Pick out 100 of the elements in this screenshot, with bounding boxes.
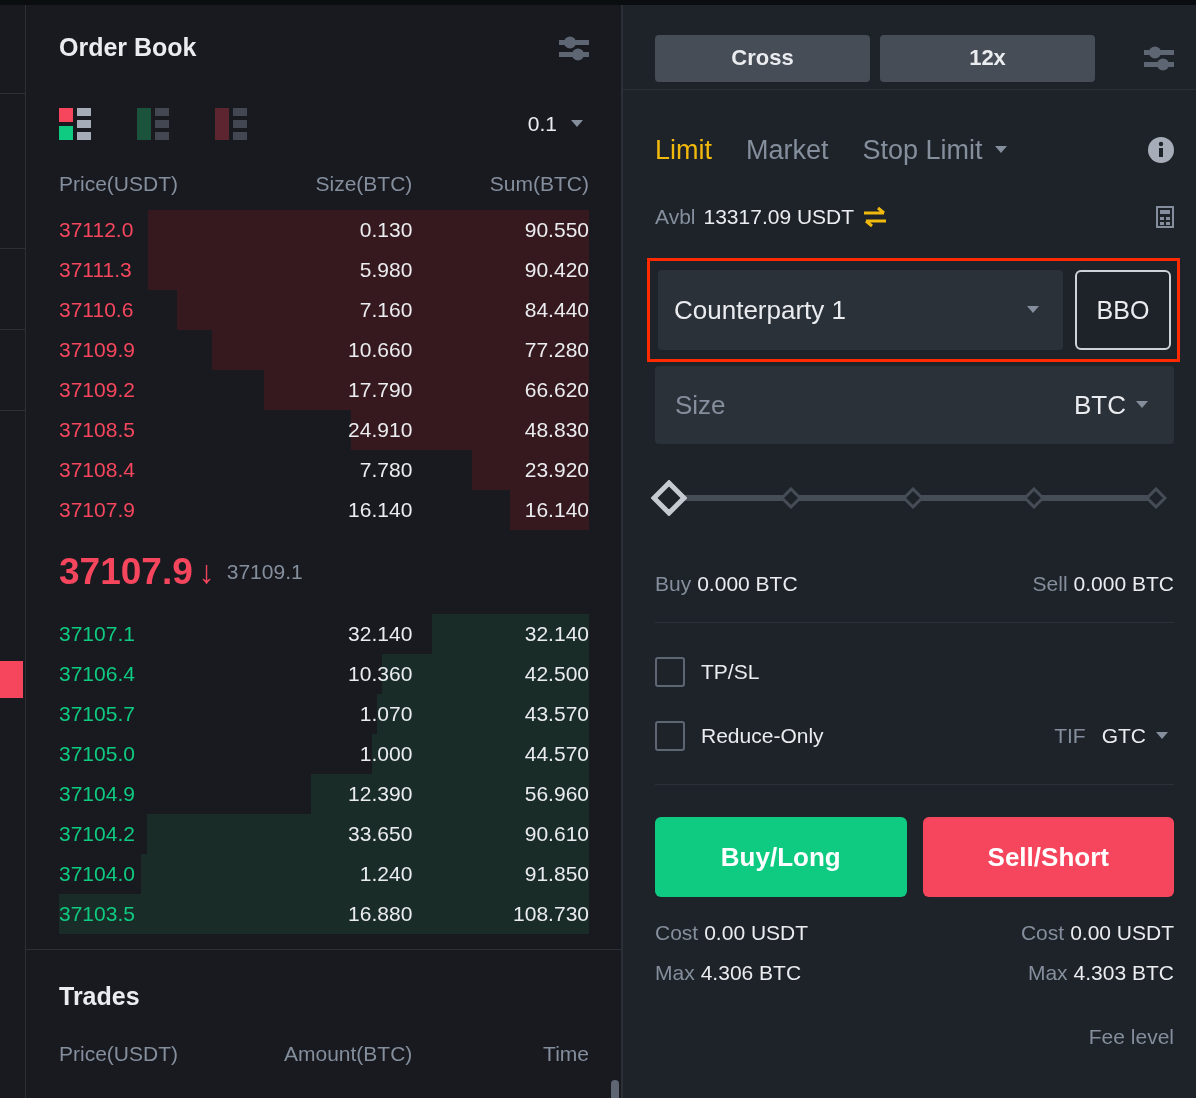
- transfer-icon[interactable]: [862, 206, 889, 228]
- buy-label: Buy: [655, 572, 692, 596]
- margin-mode-button[interactable]: Cross: [655, 34, 870, 82]
- tif-label: TIF: [1054, 724, 1086, 748]
- column-header: Price(USDT): [59, 1042, 179, 1066]
- unit-dropdown[interactable]: BTC: [1074, 389, 1148, 421]
- cost-label: Cost: [1020, 921, 1065, 945]
- column-header: Sum(BTC): [488, 172, 589, 196]
- scrollbar-thumb[interactable]: [611, 1080, 619, 1098]
- size-cell: 24.910: [348, 418, 413, 442]
- price-cell: 37104.0: [59, 862, 135, 886]
- info-icon[interactable]: [1148, 137, 1174, 163]
- price-cell: 37103.5: [59, 902, 135, 926]
- cost-value: 0.00 USDT: [704, 921, 809, 945]
- size-cell: 7.780: [359, 458, 413, 482]
- price-cell: 37109.2: [59, 378, 135, 402]
- size-cell: 10.660: [348, 338, 413, 362]
- size-cell: 33.650: [348, 822, 413, 846]
- size-cell: 1.000: [359, 742, 413, 766]
- sum-cell: 48.830: [524, 418, 589, 442]
- column-header: Price(USDT): [59, 172, 179, 196]
- bbo-button[interactable]: BBO: [1075, 270, 1171, 350]
- price-cell: 37105.0: [59, 742, 135, 766]
- column-header: Time: [542, 1042, 589, 1066]
- max-value: 4.306 BTC: [700, 961, 802, 985]
- price-cell: 37107.9: [59, 498, 135, 522]
- price-cell: 37104.2: [59, 822, 135, 846]
- sell-amount: 0.000 BTC: [1073, 572, 1174, 596]
- sum-cell: 77.280: [524, 338, 589, 362]
- sum-cell: 43.570: [524, 702, 589, 726]
- buy-amount: 0.000 BTC: [697, 572, 798, 596]
- last-price: 37107.9: [59, 551, 193, 593]
- checkbox[interactable]: [655, 721, 685, 751]
- size-cell: 17.790: [348, 378, 413, 402]
- tif-dropdown[interactable]: GTC: [1101, 724, 1174, 748]
- arrow-icon: ↓: [198, 553, 215, 591]
- sum-cell: 44.570: [524, 742, 589, 766]
- size-cell: 0.130: [359, 218, 413, 242]
- panel-title: Order Book: [59, 33, 197, 62]
- cost-label: Cost: [655, 921, 699, 945]
- price-marker: [0, 661, 23, 698]
- caret-icon: [994, 146, 1007, 154]
- column-header: Amount(BTC): [282, 1042, 413, 1066]
- sum-cell: 90.550: [524, 218, 589, 242]
- calculator-icon[interactable]: [1156, 206, 1174, 228]
- price-cell: 37107.1: [59, 622, 135, 646]
- sell-label: Sell: [1032, 572, 1068, 596]
- price-cell: 37105.7: [59, 702, 135, 726]
- option-label: Reduce-Only: [701, 724, 824, 748]
- leverage-button[interactable]: 12x: [880, 34, 1095, 82]
- size-cell: 5.980: [359, 258, 413, 282]
- sum-cell: 16.140: [524, 498, 589, 522]
- price-cell: 37108.5: [59, 418, 135, 442]
- panel-title: Trades: [59, 981, 140, 1011]
- price-cell: 37109.9: [59, 338, 135, 362]
- max-value: 4.303 BTC: [1073, 961, 1174, 985]
- sum-cell: 108.730: [513, 902, 589, 926]
- sell-short-button[interactable]: Sell/Short: [922, 817, 1174, 897]
- sum-cell: 56.960: [524, 782, 589, 806]
- size-field[interactable]: Size BTC: [655, 366, 1174, 444]
- order-type-tab[interactable]: Stop Limit: [862, 134, 1007, 166]
- precision-dropdown[interactable]: 0.1: [527, 112, 589, 136]
- size-cell: 10.360: [348, 662, 413, 686]
- mark-price: 37109.1: [226, 560, 303, 584]
- fee-level-link[interactable]: Fee level: [1088, 1025, 1174, 1049]
- sum-cell: 32.140: [524, 622, 589, 646]
- price-cell: 37112.0: [59, 218, 134, 242]
- option-label: TP/SL: [701, 660, 760, 684]
- column-header: Size(BTC): [314, 172, 413, 196]
- sum-cell: 84.440: [524, 298, 589, 322]
- sum-cell: 91.850: [524, 862, 589, 886]
- available-label: Avbl: [655, 205, 696, 229]
- caret-icon: [571, 120, 583, 128]
- checkbox[interactable]: [655, 657, 685, 687]
- settings-icon[interactable]: [1144, 44, 1174, 72]
- size-cell: 16.140: [348, 498, 413, 522]
- sum-cell: 42.500: [524, 662, 589, 686]
- size-cell: 12.390: [348, 782, 413, 806]
- caret-icon: [1136, 401, 1148, 409]
- size-cell: 32.140: [348, 622, 413, 646]
- sum-cell: 90.420: [524, 258, 589, 282]
- price-cell: 37111.3: [59, 258, 132, 282]
- sum-cell: 66.620: [524, 378, 589, 402]
- max-label: Max: [1027, 961, 1068, 985]
- step-diamond-icon: [1145, 487, 1167, 509]
- price-cell: 37104.9: [59, 782, 135, 806]
- order-type-tab[interactable]: Limit: [655, 134, 712, 166]
- slider-thumb[interactable]: [651, 480, 687, 516]
- size-cell: 16.880: [348, 902, 413, 926]
- price-cell: 37110.6: [59, 298, 134, 322]
- view-mode-icon[interactable]: [59, 108, 91, 140]
- order-type-tab[interactable]: Market: [746, 134, 829, 166]
- sum-cell: 90.610: [524, 822, 589, 846]
- cost-value: 0.00 USDT: [1070, 921, 1174, 945]
- size-cell: 1.240: [359, 862, 413, 886]
- price-cell: 37106.4: [59, 662, 135, 686]
- caret-icon: [1156, 732, 1168, 740]
- size-cell: 7.160: [359, 298, 413, 322]
- price-source-dropdown[interactable]: Counterparty 1: [658, 270, 1063, 350]
- price-cell: 37108.4: [59, 458, 135, 482]
